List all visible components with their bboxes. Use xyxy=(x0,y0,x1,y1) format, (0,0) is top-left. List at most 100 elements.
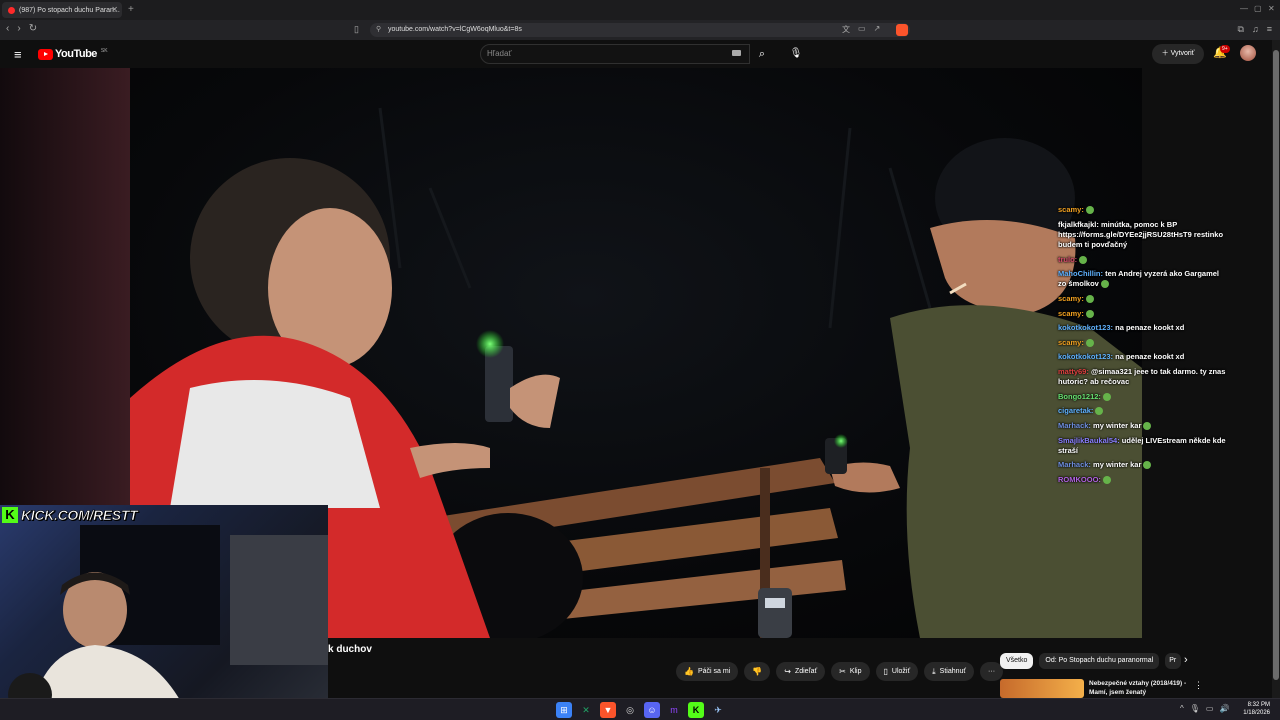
brave-shield-icon[interactable] xyxy=(896,24,908,36)
site-info-icon[interactable]: ⚲ xyxy=(376,23,381,37)
chat-emote-icon xyxy=(1095,407,1104,416)
chat-username: kokotkokot123: xyxy=(1058,352,1114,362)
search-input[interactable]: Hľadať xyxy=(480,44,750,64)
scissors-icon: ✂ xyxy=(839,667,846,676)
save-button[interactable]: ▯ Uložiť xyxy=(875,662,919,681)
download-button[interactable]: ⤓ Stiahnuť xyxy=(924,662,975,681)
youtube-play-icon xyxy=(38,48,53,60)
tab-close-icon[interactable]: ✕ xyxy=(111,5,118,14)
like-label: Páči sa mi xyxy=(697,668,731,675)
share-arrow-icon: ↪ xyxy=(784,667,791,676)
forward-icon[interactable]: › xyxy=(17,23,20,34)
scrollbar-thumb[interactable] xyxy=(1273,50,1279,680)
chat-username: scamy: xyxy=(1058,293,1084,303)
like-button[interactable]: 👍 Páči sa mi xyxy=(676,662,739,681)
notification-badge: 9+ xyxy=(1220,45,1230,53)
brave-icon[interactable]: ▼ xyxy=(600,702,616,718)
create-label: Vytvoriť xyxy=(1170,50,1195,57)
video-actions: 👍 Páči sa mi 👎 ↪ Zdieľať ✂ Klip ▯ Uložiť ⤓ St… xyxy=(676,662,1004,682)
close-window-icon[interactable]: ✕ xyxy=(1268,4,1275,13)
share-button[interactable]: ↪ Zdieľať xyxy=(776,662,826,681)
dislike-button[interactable]: 👎 xyxy=(744,662,771,681)
chat-message: scamy: xyxy=(1058,294,1228,304)
chat-emote-icon xyxy=(1085,294,1094,303)
tray-chevron-icon[interactable]: ^ xyxy=(1180,704,1184,713)
chevron-right-icon[interactable]: › xyxy=(1184,654,1188,666)
extensions-icon[interactable]: ⧉ xyxy=(1238,24,1244,35)
video-title: k duchov xyxy=(328,644,372,655)
chat-message: Marhack: my winter kar xyxy=(1058,460,1228,470)
download-icon: ⤓ xyxy=(932,666,936,676)
lantern xyxy=(758,588,792,638)
chat-emote-icon xyxy=(1079,255,1088,264)
browser-toolbar: ‹ › ↻ ▯ ⚲ youtube.com/watch?v=lCgW6oqMlu… xyxy=(0,20,1280,40)
create-button[interactable]: ＋ Vytvoriť xyxy=(1152,44,1204,64)
twitch-icon[interactable]: m xyxy=(666,702,682,718)
network-icon[interactable]: ▭ xyxy=(1206,704,1214,713)
chrome-icon[interactable]: ◎ xyxy=(622,702,638,718)
cast-icon[interactable]: ▭ xyxy=(858,24,866,35)
account-avatar[interactable] xyxy=(1240,45,1256,61)
chat-emote-icon xyxy=(1102,476,1111,485)
stream-chat-overlay: scamy: fkjalkfkajkl: minútka, pomoc k BP … xyxy=(1058,205,1228,490)
share-label: Zdieľať xyxy=(794,668,818,675)
chat-message: kokotkokot123: na penaze kookt xd xyxy=(1058,323,1228,333)
discord-icon[interactable]: ☺ xyxy=(644,702,660,718)
bookmark-icon[interactable]: ▯ xyxy=(354,24,359,35)
chat-message: scamy: xyxy=(1058,205,1228,215)
tab-title: (987) Po stopach duchu Paran... xyxy=(19,6,120,14)
mic-icon: 🎙 xyxy=(789,48,803,59)
chat-message: fkjalkfkajkl: minútka, pomoc k BP https:… xyxy=(1058,220,1228,250)
hamburger-menu-icon[interactable]: ≡ xyxy=(14,47,22,62)
start-icon[interactable]: ⊞ xyxy=(556,702,572,718)
minimize-icon[interactable]: — xyxy=(1240,4,1248,13)
chip-from-channel[interactable]: Od: Po Stopach duchu paranormal xyxy=(1039,653,1160,669)
recommendation-title[interactable]: Nebezpečné vztahy (2018/419) - Mamí, jse… xyxy=(1089,680,1189,698)
chat-emote-icon xyxy=(1102,392,1111,401)
volume-icon[interactable]: 🔊 xyxy=(1219,704,1229,713)
chat-username: SmajlikBaukal54: xyxy=(1058,435,1120,445)
address-bar[interactable]: ⚲ youtube.com/watch?v=lCgW6oqMluo&t=8s xyxy=(370,23,910,37)
browser-tab-bar: (987) Po stopach duchu Paran... ✕ + — ▢ … xyxy=(0,0,1280,20)
reload-icon[interactable]: ↻ xyxy=(29,23,37,34)
media-icon[interactable]: ♫ xyxy=(1252,24,1259,35)
youtube-header: ≡ YouTube SK Hľadať ⌕ 🎙 ＋ Vytvoriť 🔔 9+ xyxy=(0,40,1272,68)
kick-banner: K KICK.COM/RESTT xyxy=(0,504,138,526)
steam-icon[interactable]: ✈ xyxy=(710,702,726,718)
maximize-icon[interactable]: ▢ xyxy=(1254,4,1262,13)
webcam-frame xyxy=(8,525,328,720)
youtube-logo[interactable]: YouTube SK xyxy=(38,48,108,60)
clip-button[interactable]: ✂ Klip xyxy=(831,662,870,681)
back-icon[interactable]: ‹ xyxy=(6,23,9,34)
chat-emote-icon xyxy=(1085,206,1094,215)
new-tab-button[interactable]: + xyxy=(128,4,134,15)
chat-username: cigaretak: xyxy=(1058,406,1094,416)
taskbar-clock[interactable]: 8:32 PM 1/18/2026 xyxy=(1238,701,1270,718)
chat-username: MahoChillin: xyxy=(1058,269,1103,279)
chat-username: Bongo1212: xyxy=(1058,391,1101,401)
more-vert-icon[interactable]: ⋮ xyxy=(1194,680,1203,691)
mic-tray-icon[interactable]: 🎙 xyxy=(1190,704,1200,713)
chat-message: scamy: xyxy=(1058,309,1228,319)
translate-icon[interactable]: 文 xyxy=(842,24,850,35)
chat-username: scamy: xyxy=(1058,308,1084,318)
chip-partial[interactable]: Pr xyxy=(1165,653,1182,669)
clock-time: 8:32 PM xyxy=(1247,702,1270,708)
voice-search-button[interactable]: 🎙 xyxy=(786,44,806,64)
kick-app-icon[interactable]: K xyxy=(688,702,704,718)
browser-tab[interactable]: (987) Po stopach duchu Paran... ✕ xyxy=(2,2,122,18)
recommendation-thumbnail[interactable] xyxy=(1000,679,1084,698)
chip-all[interactable]: Všetko xyxy=(1000,653,1034,669)
excel-icon[interactable]: ✕ xyxy=(578,702,594,718)
left-background xyxy=(0,68,130,508)
search-button[interactable]: ⌕ xyxy=(750,44,774,64)
chat-username: trulo: xyxy=(1058,254,1078,264)
menu-icon[interactable]: ≡ xyxy=(1267,24,1272,35)
share-icon[interactable]: ↗ xyxy=(874,24,881,35)
chat-username: kokotkokot123: xyxy=(1058,323,1114,333)
address-url: youtube.com/watch?v=lCgW6oqMluo&t=8s xyxy=(388,26,522,33)
more-label: ··· xyxy=(988,668,996,675)
chat-emote-icon xyxy=(1143,422,1152,431)
chat-text: na penaze kookt xd xyxy=(1113,323,1185,333)
keyboard-icon[interactable] xyxy=(732,50,741,56)
